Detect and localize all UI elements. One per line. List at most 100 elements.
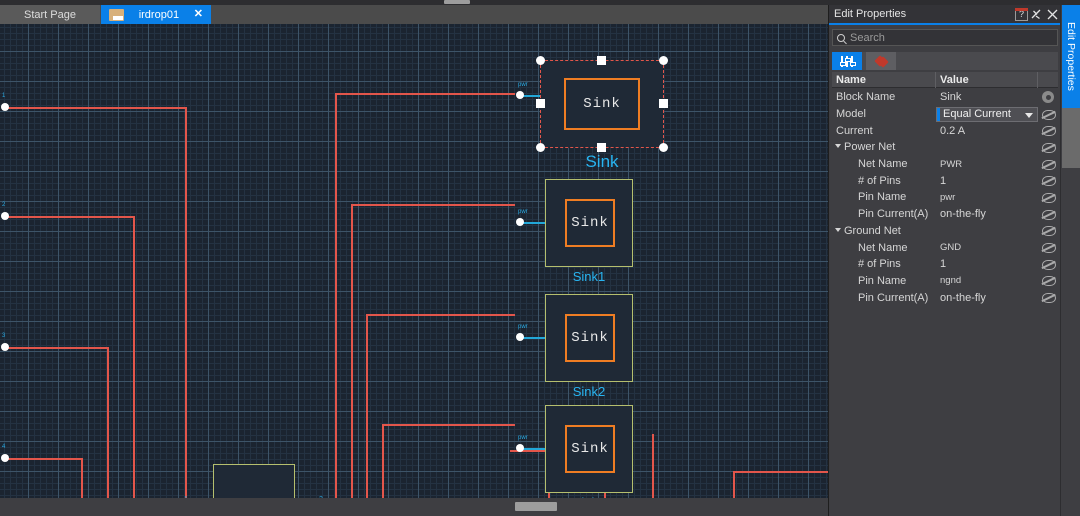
- net-node[interactable]: [1, 212, 9, 220]
- property-visibility-cell[interactable]: [1038, 259, 1058, 270]
- vertical-tab-edit-properties[interactable]: Edit Properties: [1062, 5, 1080, 108]
- property-row[interactable]: Pin Current(A) on-the-fly: [832, 289, 1058, 306]
- pin-label: pwr: [518, 82, 528, 88]
- property-value[interactable]: PWR: [936, 159, 1038, 170]
- property-value[interactable]: GND: [936, 242, 1038, 253]
- property-value[interactable]: 1: [936, 175, 1038, 187]
- tab-start-page[interactable]: Start Page: [0, 5, 100, 24]
- eye-slash-icon[interactable]: [1041, 209, 1056, 220]
- resize-handle-w[interactable]: [536, 99, 545, 108]
- vertical-tab-label: Edit Properties: [1065, 22, 1077, 91]
- filter-properties-button[interactable]: [832, 52, 862, 70]
- chevron-down-icon[interactable]: [1025, 112, 1033, 118]
- eye-slash-icon[interactable]: [1041, 142, 1056, 153]
- resize-handle-n[interactable]: [597, 56, 606, 65]
- tag-properties-button[interactable]: [866, 52, 896, 70]
- property-row[interactable]: Current 0.2 A: [832, 122, 1058, 139]
- close-icon[interactable]: [1045, 7, 1060, 22]
- close-icon[interactable]: ✕: [194, 9, 203, 20]
- property-name-label: Net Name: [858, 241, 908, 254]
- power-wire: [4, 347, 108, 349]
- property-row[interactable]: Net Name GND: [832, 239, 1058, 256]
- eye-slash-icon[interactable]: [1041, 126, 1056, 137]
- property-visibility-cell[interactable]: [1038, 209, 1058, 220]
- property-value[interactable]: Equal Current: [936, 106, 1038, 122]
- visibility-circle-icon[interactable]: [1042, 91, 1054, 104]
- property-row[interactable]: Power Net: [832, 139, 1058, 156]
- block-symbol: Sink: [565, 314, 615, 362]
- property-visibility-cell[interactable]: [1038, 192, 1058, 203]
- resize-handle-e[interactable]: [659, 99, 668, 108]
- property-value[interactable]: on-the-fly: [936, 208, 1038, 220]
- property-row[interactable]: Pin Name ngnd: [832, 273, 1058, 290]
- resize-handle-se[interactable]: [659, 143, 668, 152]
- property-visibility-cell[interactable]: [1038, 109, 1058, 120]
- eye-slash-icon[interactable]: [1041, 243, 1056, 254]
- property-visibility-cell[interactable]: [1038, 276, 1058, 287]
- property-name: Net Name: [832, 158, 936, 170]
- net-node[interactable]: [1, 454, 9, 462]
- pin-node[interactable]: [516, 218, 524, 226]
- help-icon[interactable]: ?: [1015, 7, 1028, 21]
- schematic-canvas[interactable]: 1 2 3 4 1 3 2 4 pwr pwr pwr pwr Sink Sin…: [0, 24, 828, 498]
- property-value[interactable]: Sink: [936, 91, 1038, 103]
- property-row[interactable]: Block Name Sink: [832, 89, 1058, 106]
- property-visibility-cell[interactable]: [1038, 159, 1058, 170]
- search-row[interactable]: [832, 29, 1058, 46]
- net-node[interactable]: [1, 103, 9, 111]
- property-row[interactable]: Ground Net: [832, 223, 1058, 240]
- resize-handle-ne[interactable]: [659, 56, 668, 65]
- chevron-down-icon[interactable]: [835, 227, 841, 232]
- property-row[interactable]: # of Pins 1: [832, 172, 1058, 189]
- property-row[interactable]: Pin Current(A) on-the-fly: [832, 206, 1058, 223]
- property-visibility-cell[interactable]: [1038, 226, 1058, 237]
- property-row[interactable]: Model Equal Current: [832, 106, 1058, 123]
- property-visibility-cell[interactable]: [1038, 126, 1058, 137]
- model-dropdown[interactable]: Equal Current: [936, 106, 1038, 122]
- pin-node[interactable]: [516, 91, 524, 99]
- splitter-handle[interactable]: [444, 0, 470, 4]
- property-name: Pin Current(A): [832, 208, 936, 220]
- property-name-label: Net Name: [858, 158, 908, 171]
- property-value[interactable]: 1: [936, 258, 1038, 270]
- resize-handle-sw[interactable]: [536, 143, 545, 152]
- eye-slash-icon[interactable]: [1041, 226, 1056, 237]
- scrollbar-thumb[interactable]: [515, 502, 557, 511]
- property-value[interactable]: pwr: [936, 192, 1038, 203]
- search-input[interactable]: [850, 31, 1040, 44]
- column-header-value: Value: [936, 71, 1038, 88]
- eye-slash-icon[interactable]: [1041, 159, 1056, 170]
- resize-handle-nw[interactable]: [536, 56, 545, 65]
- block-symbol: Sink: [565, 199, 615, 247]
- property-value[interactable]: on-the-fly: [936, 292, 1038, 304]
- pin-node[interactable]: [516, 444, 524, 452]
- eye-slash-icon[interactable]: [1041, 293, 1056, 304]
- pin-node[interactable]: [516, 333, 524, 341]
- component-body: [213, 464, 295, 498]
- property-visibility-cell[interactable]: [1038, 176, 1058, 187]
- resize-handle-s[interactable]: [597, 143, 606, 152]
- power-wire: [133, 216, 135, 498]
- property-row[interactable]: Pin Name pwr: [832, 189, 1058, 206]
- property-row[interactable]: Net Name PWR: [832, 156, 1058, 173]
- pin-icon[interactable]: [1029, 7, 1044, 22]
- property-value[interactable]: 0.2 A: [936, 125, 1038, 137]
- property-visibility-cell[interactable]: [1038, 293, 1058, 304]
- properties-toolbar: [832, 52, 1058, 70]
- chevron-down-icon[interactable]: [835, 144, 841, 149]
- canvas-horizontal-scrollbar[interactable]: [0, 498, 828, 516]
- eye-slash-icon[interactable]: [1041, 276, 1056, 287]
- property-visibility-cell[interactable]: [1038, 243, 1058, 254]
- property-value[interactable]: ngnd: [936, 275, 1038, 286]
- net-node[interactable]: [1, 343, 9, 351]
- property-visibility-cell[interactable]: [1038, 91, 1058, 104]
- eye-slash-icon[interactable]: [1041, 192, 1056, 203]
- pin-label: pwr: [518, 209, 528, 215]
- eye-slash-icon[interactable]: [1041, 176, 1056, 187]
- tab-irdrop01[interactable]: irdrop01 ✕: [101, 5, 211, 24]
- property-row[interactable]: # of Pins 1: [832, 256, 1058, 273]
- eye-slash-icon[interactable]: [1041, 109, 1056, 120]
- property-visibility-cell[interactable]: [1038, 142, 1058, 153]
- eye-slash-icon[interactable]: [1041, 259, 1056, 270]
- power-wire: [351, 204, 353, 498]
